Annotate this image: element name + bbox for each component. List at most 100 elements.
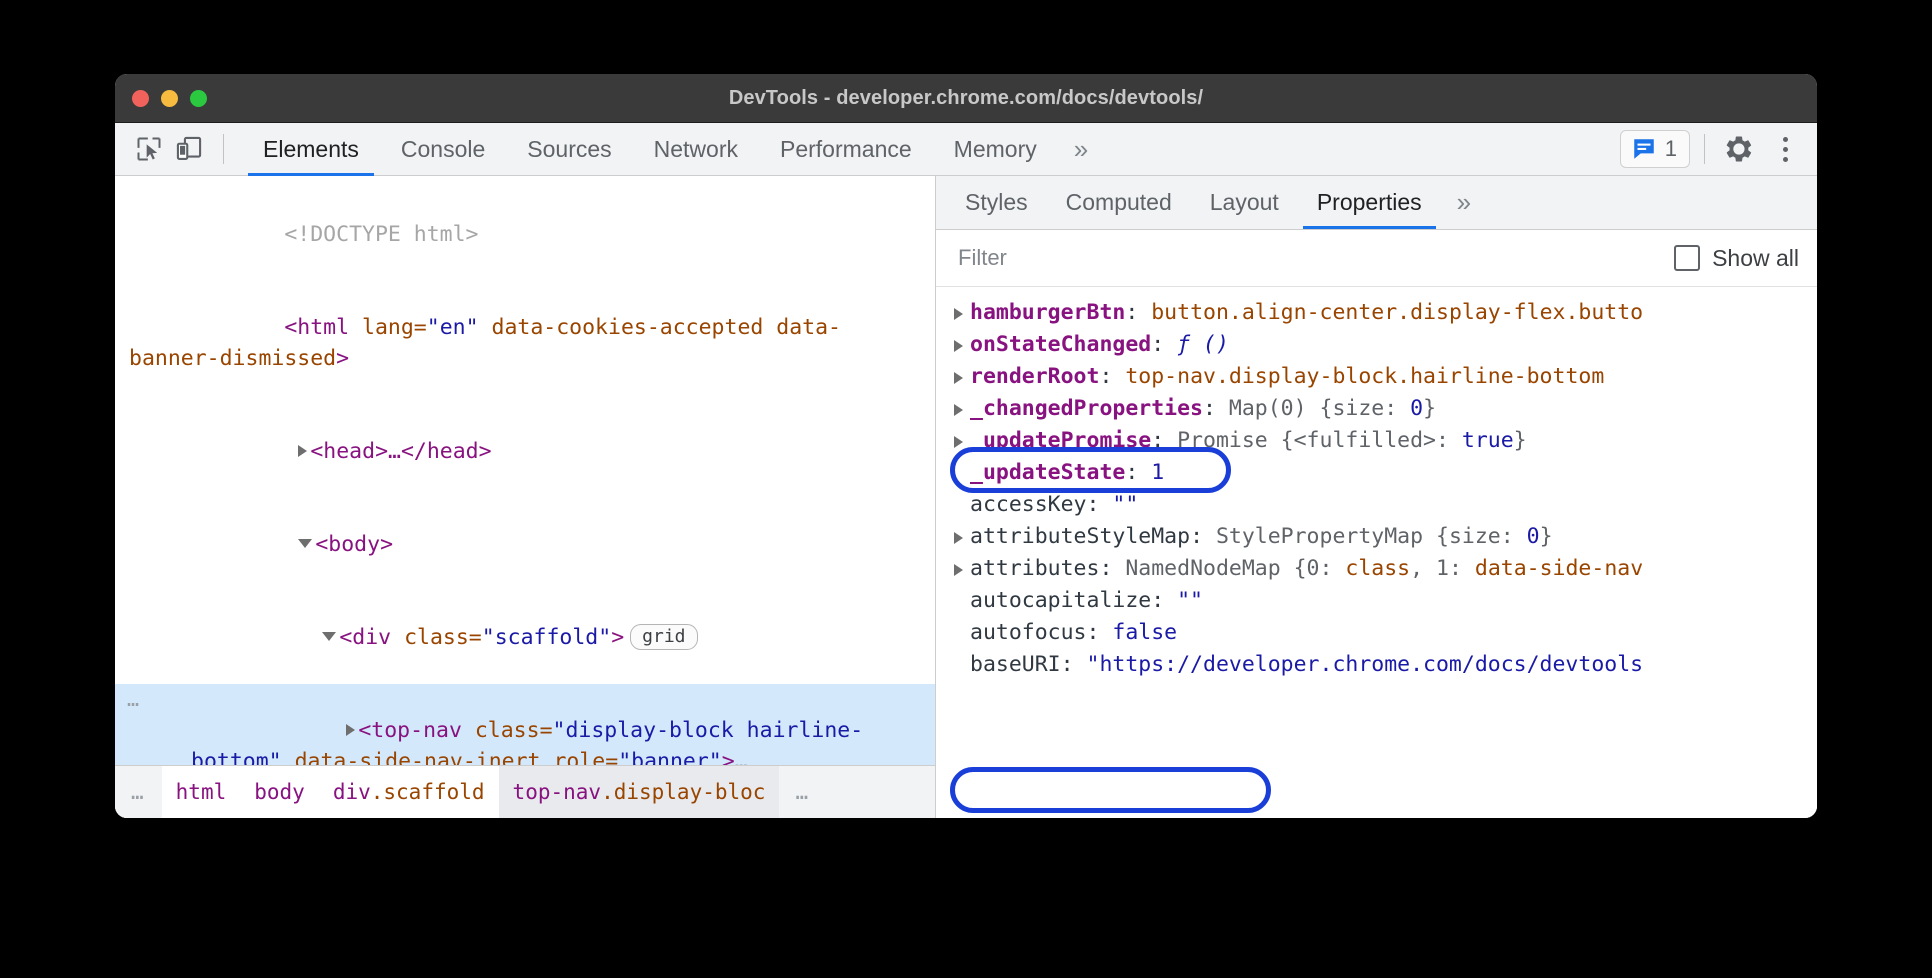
show-all-label: Show all [1712, 245, 1799, 272]
html-tag-close: > [336, 346, 349, 371]
breadcrumb-item-top-nav[interactable]: top-nav.display-bloc [499, 766, 780, 818]
breadcrumb-item-body[interactable]: body [240, 766, 319, 818]
grid-badge[interactable]: grid [630, 624, 697, 650]
tab-properties-label: Properties [1317, 189, 1422, 216]
html-attr-cookies: data-cookies-accepted [492, 315, 764, 340]
device-toolbar-icon[interactable] [169, 129, 209, 169]
head-text: <head>…</head> [310, 439, 491, 464]
kebab-menu-icon[interactable] [1765, 127, 1805, 171]
gear-icon[interactable] [1719, 129, 1759, 169]
property-key-updateState: _updateState [970, 460, 1125, 485]
tab-performance[interactable]: Performance [759, 123, 933, 176]
expand-topnav-arrow-icon[interactable] [346, 724, 355, 736]
message-count: 1 [1665, 136, 1677, 162]
expand-head-arrow-icon[interactable] [298, 445, 307, 457]
property-row-changedProperties[interactable]: _changedProperties: Map(0) {size: 0} [936, 393, 1817, 425]
property-row-onStateChanged[interactable]: onStateChanged: ƒ () [936, 329, 1817, 361]
property-row-autofocus[interactable]: autofocus: false [936, 617, 1817, 649]
property-row-baseURI[interactable]: baseURI: "https://developer.chrome.com/d… [936, 649, 1817, 681]
close-window-button[interactable] [132, 90, 149, 107]
tab-properties[interactable]: Properties [1298, 176, 1441, 229]
toolbar-divider [223, 134, 224, 164]
property-value-renderRoot-classes: .display-block.hairline-bottom [1216, 364, 1604, 389]
dom-node-top-nav[interactable]: …<top-nav class="display-block hairline-… [115, 684, 935, 765]
expand-renderRoot-arrow-icon[interactable] [954, 372, 963, 384]
property-row-renderRoot[interactable]: renderRoot: top-nav.display-block.hairli… [936, 361, 1817, 393]
expand-attributeStyleMap-arrow-icon[interactable] [954, 532, 963, 544]
devtools-body: <!DOCTYPE html> <html lang="en" data-coo… [115, 176, 1817, 818]
property-row-updateState[interactable]: _updateState: 1 [936, 457, 1817, 489]
collapse-div-arrow-icon[interactable] [322, 632, 336, 641]
maximize-window-button[interactable] [190, 90, 207, 107]
tab-computed[interactable]: Computed [1047, 176, 1191, 229]
more-panels-chevron-icon[interactable]: » [1058, 123, 1100, 176]
tab-memory-label: Memory [954, 136, 1037, 163]
property-row-hamburgerBtn[interactable]: hamburgerBtn: button.align-center.displa… [936, 297, 1817, 329]
property-key-attributeStyleMap: attributeStyleMap [970, 524, 1190, 549]
dom-node-head[interactable]: <head>…</head> [115, 405, 935, 498]
dom-tree-pane: <!DOCTYPE html> <html lang="en" data-coo… [115, 176, 936, 818]
breadcrumb-overflow-left[interactable]: … [115, 766, 162, 818]
show-all-checkbox[interactable] [1674, 245, 1700, 271]
inspect-cursor-icon[interactable] [129, 129, 169, 169]
expand-attributes-arrow-icon[interactable] [954, 564, 963, 576]
tab-network-label: Network [654, 136, 738, 163]
property-row-accessKey[interactable]: accessKey: "" [936, 489, 1817, 521]
toolbar-right-group: 1 [1620, 127, 1805, 171]
property-value-changedProperties-suffix: } [1423, 396, 1436, 421]
doctype-text: <!DOCTYPE html> [284, 222, 478, 247]
breadcrumb-overflow-right[interactable]: … [779, 766, 826, 818]
property-value-updateState: 1 [1151, 460, 1164, 485]
property-value-attributeStyleMap-suffix: } [1540, 524, 1553, 549]
node-more-options-icon[interactable]: … [127, 684, 140, 715]
property-row-attributes[interactable]: attributes: NamedNodeMap {0: class, 1: d… [936, 553, 1817, 585]
message-bubble-icon [1631, 136, 1657, 162]
property-value-attributeStyleMap-size: 0 [1527, 524, 1540, 549]
dom-tree[interactable]: <!DOCTYPE html> <html lang="en" data-coo… [115, 176, 935, 765]
tab-styles[interactable]: Styles [946, 176, 1047, 229]
property-value-renderRoot: top-nav [1125, 364, 1216, 389]
dom-node-html[interactable]: <html lang="en" data-cookies-accepted da… [115, 281, 935, 405]
topnav-attr-inert: data-side-nav-inert [295, 749, 554, 765]
tab-layout[interactable]: Layout [1191, 176, 1298, 229]
expand-changedProperties-arrow-icon[interactable] [954, 404, 963, 416]
property-key-baseURI: baseURI [970, 652, 1061, 677]
property-key-changedProperties: _changedProperties [970, 396, 1203, 421]
tab-console[interactable]: Console [380, 123, 506, 176]
tab-sources-label: Sources [527, 136, 611, 163]
topnav-tag-open: <top-nav [358, 718, 475, 743]
properties-list[interactable]: hamburgerBtn: button.align-center.displa… [936, 287, 1817, 818]
breadcrumb-item-div-scaffold[interactable]: div.scaffold [319, 766, 499, 818]
console-messages-button[interactable]: 1 [1620, 130, 1690, 168]
dom-node-doctype[interactable]: <!DOCTYPE html> [115, 188, 935, 281]
show-all-toggle[interactable]: Show all [1674, 245, 1799, 272]
property-row-updatePromise[interactable]: _updatePromise: Promise {<fulfilled>: tr… [936, 425, 1817, 457]
window-titlebar: DevTools - developer.chrome.com/docs/dev… [115, 74, 1817, 123]
sidebar-tabs: Styles Computed Layout Properties » [936, 176, 1817, 230]
property-value-changedProperties-size: 0 [1410, 396, 1423, 421]
more-sidebar-tabs-chevron-icon[interactable]: » [1441, 176, 1483, 229]
expand-onStateChanged-arrow-icon[interactable] [954, 340, 963, 352]
breadcrumb-item-div-class: .scaffold [371, 780, 485, 804]
minimize-window-button[interactable] [161, 90, 178, 107]
property-value-updatePromise-suffix: } [1514, 428, 1527, 453]
body-text: <body> [315, 532, 393, 557]
breadcrumb: … html body div.scaffold top-nav.display… [115, 765, 935, 818]
expand-hamburgerBtn-arrow-icon[interactable] [954, 308, 963, 320]
tab-memory[interactable]: Memory [933, 123, 1058, 176]
filter-input[interactable] [956, 244, 1674, 272]
expand-updatePromise-arrow-icon[interactable] [954, 436, 963, 448]
property-key-attributes: attributes [970, 556, 1099, 581]
dom-node-div-scaffold[interactable]: <div class="scaffold">grid [115, 591, 935, 684]
property-row-autocapitalize[interactable]: autocapitalize: "" [936, 585, 1817, 617]
tab-network[interactable]: Network [633, 123, 759, 176]
breadcrumb-item-html[interactable]: html [162, 766, 241, 818]
property-key-onStateChanged: onStateChanged [970, 332, 1151, 357]
collapse-body-arrow-icon[interactable] [298, 539, 312, 548]
tab-elements[interactable]: Elements [242, 123, 380, 176]
div-tag-open: <div [339, 625, 404, 650]
property-row-attributeStyleMap[interactable]: attributeStyleMap: StylePropertyMap {siz… [936, 521, 1817, 553]
dom-node-body[interactable]: <body> [115, 498, 935, 591]
tab-sources[interactable]: Sources [506, 123, 632, 176]
window-title: DevTools - developer.chrome.com/docs/dev… [115, 87, 1817, 110]
